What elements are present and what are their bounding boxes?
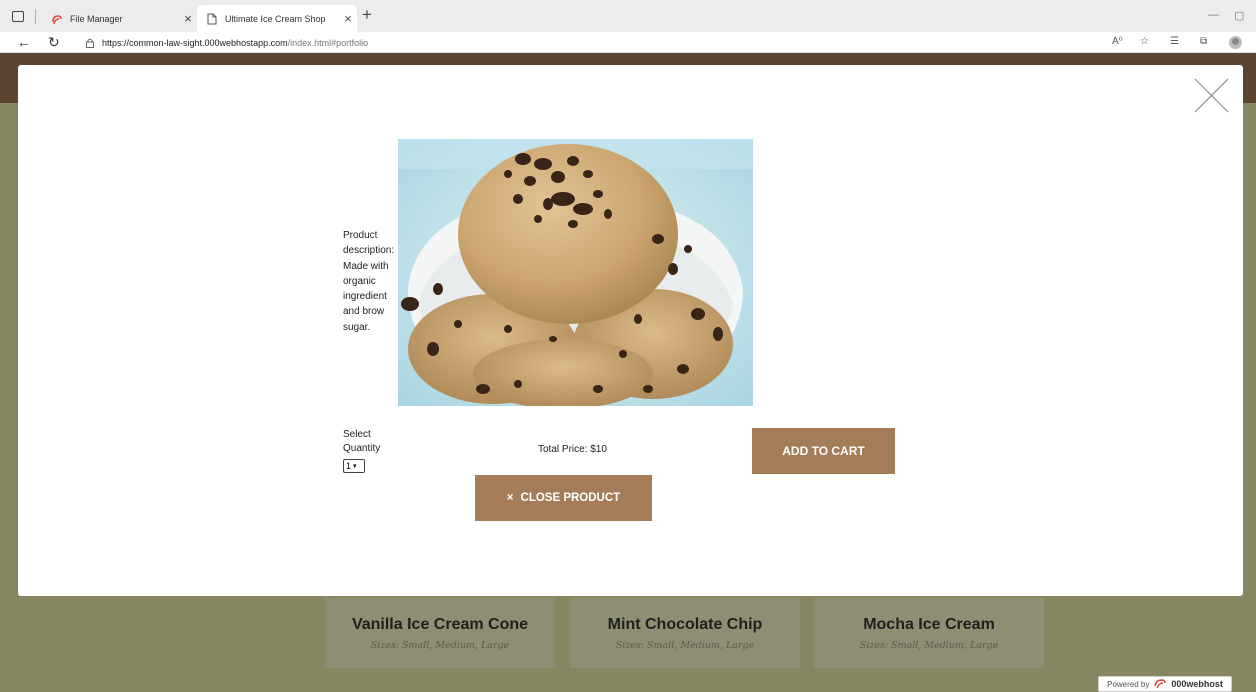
product-image [398, 139, 753, 406]
card-sizes: Sizes: Small, Medium, Large [859, 640, 999, 651]
back-arrow-icon[interactable]: ← [17, 34, 31, 50]
card-sizes: Sizes: Small, Medium, Large [370, 640, 510, 651]
quantity-label: Select Quantity [343, 429, 381, 454]
url-host: https://common-law-sight.000webhostapp.c… [102, 37, 288, 48]
add-to-cart-label: ADD TO CART [782, 444, 865, 458]
profile-avatar[interactable] [1229, 36, 1242, 49]
chevron-down-icon: ▾ [353, 463, 357, 470]
close-product-label: CLOSE PRODUCT [520, 492, 621, 504]
product-card-mocha[interactable]: Mocha Ice Cream Sizes: Small, Medium, La… [814, 598, 1044, 668]
card-sizes: Sizes: Small, Medium, Large [615, 640, 755, 651]
url-field[interactable]: https://common-law-sight.000webhostapp.c… [78, 34, 1078, 51]
tab-close-icon[interactable]: × [339, 11, 357, 26]
product-description: Product description: Made with organic i… [343, 230, 395, 333]
tab-title: Ultimate Ice Cream Shop [225, 13, 326, 24]
product-card-mint[interactable]: Mint Chocolate Chip Sizes: Small, Medium… [570, 598, 800, 668]
modal-close-icon[interactable] [1194, 78, 1229, 113]
000webhost-logo-icon [1153, 678, 1167, 690]
product-modal: Product description: Made with organic i… [18, 65, 1243, 596]
tab-ultimate-ice-cream-shop[interactable]: Ultimate Ice Cream Shop × [197, 5, 357, 32]
address-bar: ← ↻ https://common-law-sight.000webhosta… [0, 32, 1256, 53]
restore-icon[interactable]: ▢ [1234, 9, 1244, 22]
card-title: Mocha Ice Cream [863, 616, 995, 633]
minimize-icon[interactable]: — [1208, 9, 1219, 21]
refresh-icon[interactable]: ↻ [48, 34, 60, 51]
page-favicon-icon [205, 12, 219, 26]
new-tab-icon[interactable]: + [362, 5, 372, 25]
tab-title: File Manager [70, 13, 123, 24]
favorite-icon[interactable]: ☆ [1140, 36, 1149, 47]
add-to-cart-button[interactable]: ADD TO CART [752, 428, 895, 474]
tab-file-manager[interactable]: File Manager × [42, 5, 197, 32]
favorites-list-icon[interactable]: ☰ [1170, 36, 1179, 47]
quantity-select[interactable]: 1 ▾ [343, 459, 365, 473]
url-path: /index.html#portfolio [287, 37, 369, 48]
quantity-value: 1 [346, 461, 352, 471]
tab-actions-icon[interactable] [12, 11, 24, 22]
close-icon: × [506, 492, 514, 504]
card-title: Vanilla Ice Cream Cone [351, 616, 529, 633]
tab-divider [35, 9, 36, 24]
lock-icon [86, 38, 94, 48]
product-card-vanilla[interactable]: Vanilla Ice Cream Cone Sizes: Small, Med… [325, 598, 555, 668]
close-product-button[interactable]: × CLOSE PRODUCT [475, 475, 652, 521]
card-title: Mint Chocolate Chip [607, 616, 763, 633]
collections-icon[interactable]: ⧉ [1200, 36, 1207, 47]
tab-close-icon[interactable]: × [179, 11, 197, 26]
total-price: Total Price: $10 [538, 444, 607, 455]
powered-by-badge[interactable]: Powered by 000webhost [1098, 676, 1232, 692]
powered-by-brand: 000webhost [1171, 679, 1223, 689]
powered-by-text: Powered by [1107, 679, 1150, 689]
read-aloud-icon[interactable]: A⁰ [1112, 36, 1123, 47]
000webhost-favicon-icon [50, 12, 64, 26]
browser-tab-strip: File Manager × Ultimate Ice Cream Shop ×… [0, 0, 1256, 32]
